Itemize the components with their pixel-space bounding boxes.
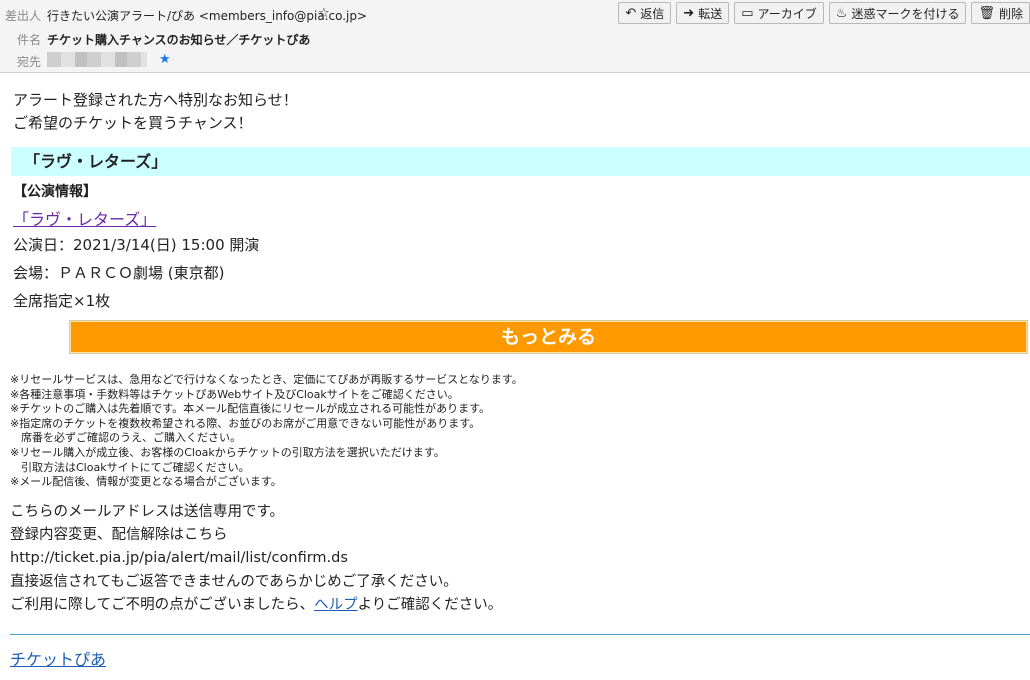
note-line: ※各種注意事項・手数料等はチケットぴあWebサイト及びCloakサイトをご確認く…: [10, 387, 459, 401]
footer-line-send-only: こちらのメールアドレスは送信専用です。: [10, 504, 285, 520]
message-header: 差出人 行きたい公演アラート/ぴあ <members_info@pia.co.j…: [0, 0, 1030, 73]
from-label: 差出人: [5, 9, 42, 23]
trash-icon: 🗑: [978, 5, 995, 21]
footer-line-no-reply: 直接返信されてもご返答できませんのであらかじめご了承ください。: [10, 573, 458, 590]
venue: 会場：ＰＡＲＣＯ劇場 (東京都): [13, 264, 225, 282]
note-line: 席番を必ずご確認のうえ、ご購入ください。: [10, 431, 241, 445]
event-link-text[interactable]: 「ラヴ・レターズ」: [13, 210, 156, 229]
redacted-recipient: [47, 52, 147, 67]
help-text-pre: ご利用に際してご不明の点がございましたら、: [10, 596, 315, 613]
junk-label: 迷惑マークを付ける: [851, 6, 960, 21]
event-title-bar: 「ラヴ・レターズ」: [11, 147, 1030, 176]
star-icon[interactable]: ★: [159, 52, 171, 67]
archive-label: アーカイブ: [757, 6, 817, 21]
note-line: ※リセールサービスは、急用などで行けなくなったとき、定価にてぴあが再販するサービ…: [10, 373, 523, 386]
seat-info: 全席指定×1枚: [13, 292, 111, 310]
delete-button[interactable]: 🗑 削除: [971, 2, 1030, 24]
signature-link-container[interactable]: チケットぴあ: [10, 646, 106, 670]
footer-line-help: ご利用に際してご不明の点がございましたら、ヘルプよりご確認ください。: [10, 594, 502, 617]
junk-button[interactable]: ♨ 迷惑マークを付ける: [828, 2, 967, 24]
reply-button[interactable]: ↶ 返信: [618, 2, 672, 24]
reply-label: 返信: [640, 6, 665, 21]
flame-icon: ♨: [835, 5, 848, 21]
footer-url: http://ticket.pia.jp/pia/alert/mail/list…: [10, 550, 348, 567]
forward-label: 転送: [698, 6, 723, 21]
help-link[interactable]: ヘルプ: [314, 597, 358, 613]
delete-label: 削除: [998, 6, 1023, 21]
performance-info-label: 【公演情報】: [13, 184, 97, 200]
footer-divider: [10, 634, 1030, 635]
footer-block: こちらのメールアドレスは送信専用です。 登録内容変更、配信解除はこちら http…: [10, 501, 502, 617]
note-line: ※チケットのご購入は先着順です。本メール配信直後にリセールが成立される可能性があ…: [10, 402, 491, 416]
forward-button[interactable]: ➜ 転送: [676, 2, 730, 24]
signature-link[interactable]: チケットぴあ: [10, 650, 106, 669]
notes-block: ※リセールサービスは、急用などで行けなくなったとき、定価にてぴあが再販するサービ…: [10, 373, 523, 490]
reply-icon: ↶: [625, 5, 637, 21]
intro-line-2: ご希望のチケットを買うチャンス！: [13, 114, 253, 132]
intro-line-1: アラート登録された方へ特別なお知らせ！: [13, 91, 298, 109]
subject-value: チケット購入チャンスのお知らせ／チケットぴあ: [47, 33, 311, 47]
note-line: ※指定席のチケットを複数枚希望される際、お並びのお席がご用意できない可能性があり…: [10, 416, 481, 430]
note-line: ※メール配信後、情報が変更となる場合がございます。: [10, 475, 282, 489]
event-link[interactable]: 「ラヴ・レターズ」: [13, 206, 156, 230]
note-line: ※リセール購入が成立後、お客様のCloakからチケットの引取方法を選択いただけま…: [10, 445, 445, 459]
footer-line-settings: 登録内容変更、配信解除はこちら: [10, 527, 228, 544]
note-line: 引取方法はCloakサイトにてご確認ください。: [10, 460, 250, 474]
star-icon[interactable]: ☆: [318, 6, 330, 21]
performance-date: 公演日：2021/3/14(日) 15:00 開演: [13, 236, 260, 254]
more-button[interactable]: もっとみる: [69, 320, 1028, 354]
message-toolbar: ↶ 返信 ➜ 転送 ▭ アーカイブ ♨ 迷惑マークを付ける 🗑 削除: [618, 2, 1030, 24]
archive-button[interactable]: ▭ アーカイブ: [734, 2, 824, 24]
subject-label: 件名: [17, 33, 42, 47]
forward-icon: ➜: [683, 5, 695, 21]
archive-icon: ▭: [741, 5, 754, 21]
help-text-post: よりご確認ください。: [357, 596, 503, 613]
to-label: 宛先: [17, 55, 42, 69]
